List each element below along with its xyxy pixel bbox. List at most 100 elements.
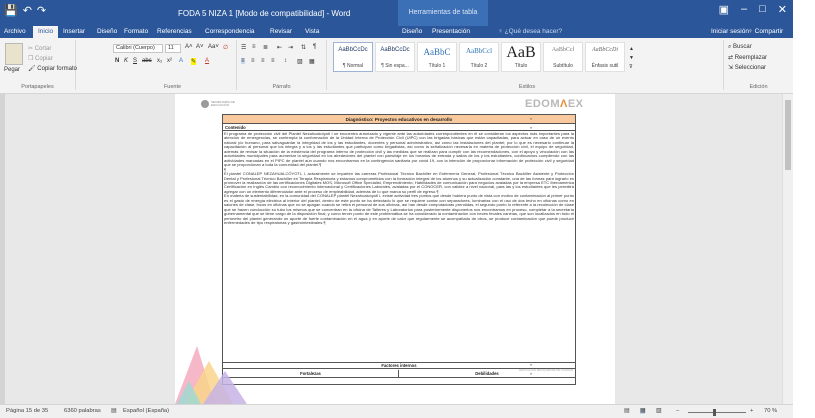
bullets-button[interactable]: ☰ — [241, 44, 246, 51]
cell-end-mark: ¤ — [530, 116, 533, 121]
grow-font-button[interactable]: A˄ — [185, 44, 193, 50]
maximize-icon[interactable]: □ — [759, 3, 766, 16]
document-canvas[interactable]: SECRETARÍA DE EDUCACIÓN EDOMΛEX Diagnóst… — [0, 94, 793, 404]
tab-revisar[interactable]: Revisar — [270, 26, 292, 38]
zoom-slider[interactable] — [688, 412, 746, 413]
proofing-icon[interactable]: ▤ — [111, 408, 116, 414]
superscript-button[interactable]: x² — [167, 58, 172, 64]
shrink-font-button[interactable]: A˅ — [196, 44, 204, 50]
sort-button[interactable]: ⇅ — [301, 44, 306, 51]
style-normal[interactable]: AaBbCcDc ¶ Normal — [333, 42, 373, 72]
copy-button[interactable]: ❐ Copiar — [28, 55, 53, 62]
select-button[interactable]: ⇲ Seleccionar — [728, 64, 766, 71]
line-spacing-button[interactable]: ↕ — [284, 58, 287, 64]
italic-button[interactable]: K — [124, 58, 128, 64]
align-left-button[interactable]: ≡ — [241, 58, 245, 64]
table-content-cell[interactable]: El programa de protección civil del Plan… — [224, 132, 574, 361]
redo-icon[interactable]: ↷ — [37, 4, 46, 17]
zoom-level[interactable]: 70 % — [764, 408, 777, 414]
underline-button[interactable]: S — [133, 58, 137, 64]
find-button[interactable]: ⌕ Buscar — [728, 44, 752, 51]
zoom-in-button[interactable]: + — [750, 408, 753, 414]
ribbon-display-icon[interactable]: ▣ — [719, 3, 729, 16]
justify-button[interactable]: ≡ — [271, 58, 275, 64]
cut-button[interactable]: ✂ Cortar — [28, 45, 51, 52]
diagnostic-table[interactable]: Diagnóstico: Proyectos educativos en des… — [222, 114, 576, 385]
replace-button[interactable]: ⇄ Reemplazar — [728, 54, 767, 61]
tab-diseno-tabla[interactable]: Diseño — [402, 26, 422, 38]
text-effects-button[interactable]: A — [179, 58, 183, 64]
sign-in-link[interactable]: Iniciar sesión — [711, 26, 749, 38]
tab-vista[interactable]: Vista — [305, 26, 319, 38]
document-title: FODA 5 NIZA 1 [Modo de compatibilidad] -… — [178, 9, 351, 18]
style-heading1[interactable]: AaBbC Título 1 — [417, 42, 457, 72]
tab-presentacion[interactable]: Presentación — [432, 26, 470, 38]
strikethrough-button[interactable]: abc — [142, 58, 152, 64]
shading-button[interactable]: ▧ — [297, 58, 303, 65]
styles-scroll-up-icon[interactable]: ▲ — [629, 46, 634, 52]
align-right-button[interactable]: ≡ — [261, 58, 265, 64]
page-count[interactable]: Página 15 de 35 — [6, 408, 48, 414]
read-mode-icon[interactable]: ▤ — [624, 408, 629, 414]
style-heading2-sample: AaBbCcl — [465, 47, 493, 55]
style-subtitle-name: Subtítulo — [553, 63, 573, 69]
font-size-select[interactable]: 11 — [165, 44, 181, 53]
style-subtle-emphasis[interactable]: AaBbCcDi Énfasis sutil — [585, 42, 625, 72]
word-count[interactable]: 6360 palabras — [64, 408, 101, 414]
share-button[interactable]: ♀ Compartir — [748, 26, 783, 38]
font-name-select[interactable]: Calibri (Cuerpo) — [113, 44, 163, 53]
styles-group: AaBbCcDc ¶ Normal AaBbCcDc ¶ Sin espa...… — [331, 40, 724, 90]
tab-insertar[interactable]: Insertar — [63, 26, 85, 38]
format-painter-button[interactable]: 🖌 Copiar formato — [28, 65, 77, 72]
tab-formato[interactable]: Formato — [124, 26, 148, 38]
tell-me-search[interactable]: ♀ ¿Qué desea hacer? — [498, 26, 562, 38]
decrease-indent-button[interactable]: ⇤ — [277, 44, 282, 51]
close-icon[interactable]: ✕ — [778, 3, 787, 16]
borders-button[interactable]: ▦ — [309, 58, 315, 65]
font-color-button[interactable]: A — [205, 58, 209, 64]
style-no-spacing[interactable]: AaBbCcDc ¶ Sin espa... — [375, 42, 415, 72]
clear-format-icon[interactable]: ∅ — [223, 44, 228, 51]
zoom-out-button[interactable]: – — [676, 408, 679, 414]
tab-diseno[interactable]: Diseño — [97, 26, 117, 38]
ribbon-tabs: Archivo Inicio Insertar Diseño Formato R… — [0, 26, 793, 38]
undo-icon[interactable]: ↶ — [23, 4, 32, 17]
bold-button[interactable]: N — [115, 58, 119, 64]
save-icon[interactable]: 💾 — [4, 4, 18, 17]
tab-inicio[interactable]: Inicio — [33, 26, 59, 38]
style-heading2[interactable]: AaBbCcl Título 2 — [459, 42, 499, 72]
tab-correspondencia[interactable]: Correspondencia — [205, 26, 255, 38]
paste-button[interactable]: Pegar — [4, 67, 20, 73]
edomex-logo: EDOMΛEX — [525, 98, 584, 110]
table-header[interactable]: Diagnóstico: Proyectos educativos en des… — [223, 115, 575, 124]
numbering-button[interactable]: ≡ — [252, 44, 256, 50]
paragraph-sustainability[interactable]: En materia de sustentabilidad, en la com… — [224, 194, 574, 225]
style-title[interactable]: AaB Título — [501, 42, 541, 72]
style-subtitle[interactable]: AaBbCcl Subtítulo — [543, 42, 583, 72]
center-button[interactable]: ≡ — [251, 58, 255, 64]
web-layout-icon[interactable]: ▧ — [656, 408, 661, 414]
tab-archivo[interactable]: Archivo — [4, 26, 26, 38]
language-indicator[interactable]: Español (España) — [123, 408, 169, 414]
multilevel-list-button[interactable]: ≣ — [263, 44, 268, 51]
quick-access-toolbar: 💾 ↶ ↷ — [4, 4, 46, 17]
highlight-button[interactable]: ✎ — [191, 58, 197, 65]
styles-scroll-down-icon[interactable]: ▼ — [629, 55, 634, 61]
zoom-slider-thumb[interactable] — [713, 409, 716, 416]
styles-more-icon[interactable]: ⊽ — [629, 64, 633, 70]
subscript-button[interactable]: x₂ — [157, 58, 162, 64]
paragraph-civil-protection[interactable]: El programa de protección civil del Plan… — [224, 132, 574, 168]
minimize-icon[interactable]: – — [741, 3, 747, 16]
increase-indent-button[interactable]: ⇥ — [288, 44, 293, 51]
print-layout-icon[interactable]: ▦ — [640, 408, 646, 414]
vertical-scrollbar[interactable] — [782, 94, 793, 404]
show-marks-button[interactable]: ¶ — [313, 44, 316, 50]
tab-referencias[interactable]: Referencias — [157, 26, 192, 38]
paste-icon[interactable] — [5, 43, 23, 65]
scrollbar-thumb[interactable] — [785, 100, 791, 170]
change-case-button[interactable]: Aa˅ — [208, 44, 219, 50]
paragraph-careers[interactable]: El plantel CONALEP NEZAHUALCÓYOTL I, act… — [224, 171, 574, 194]
document-page[interactable]: SECRETARÍA DE EDUCACIÓN EDOMΛEX Diagnóst… — [175, 94, 615, 404]
table-subheader[interactable]: Contenido — [223, 124, 575, 131]
edomex-logo-rest: EX — [567, 98, 584, 110]
